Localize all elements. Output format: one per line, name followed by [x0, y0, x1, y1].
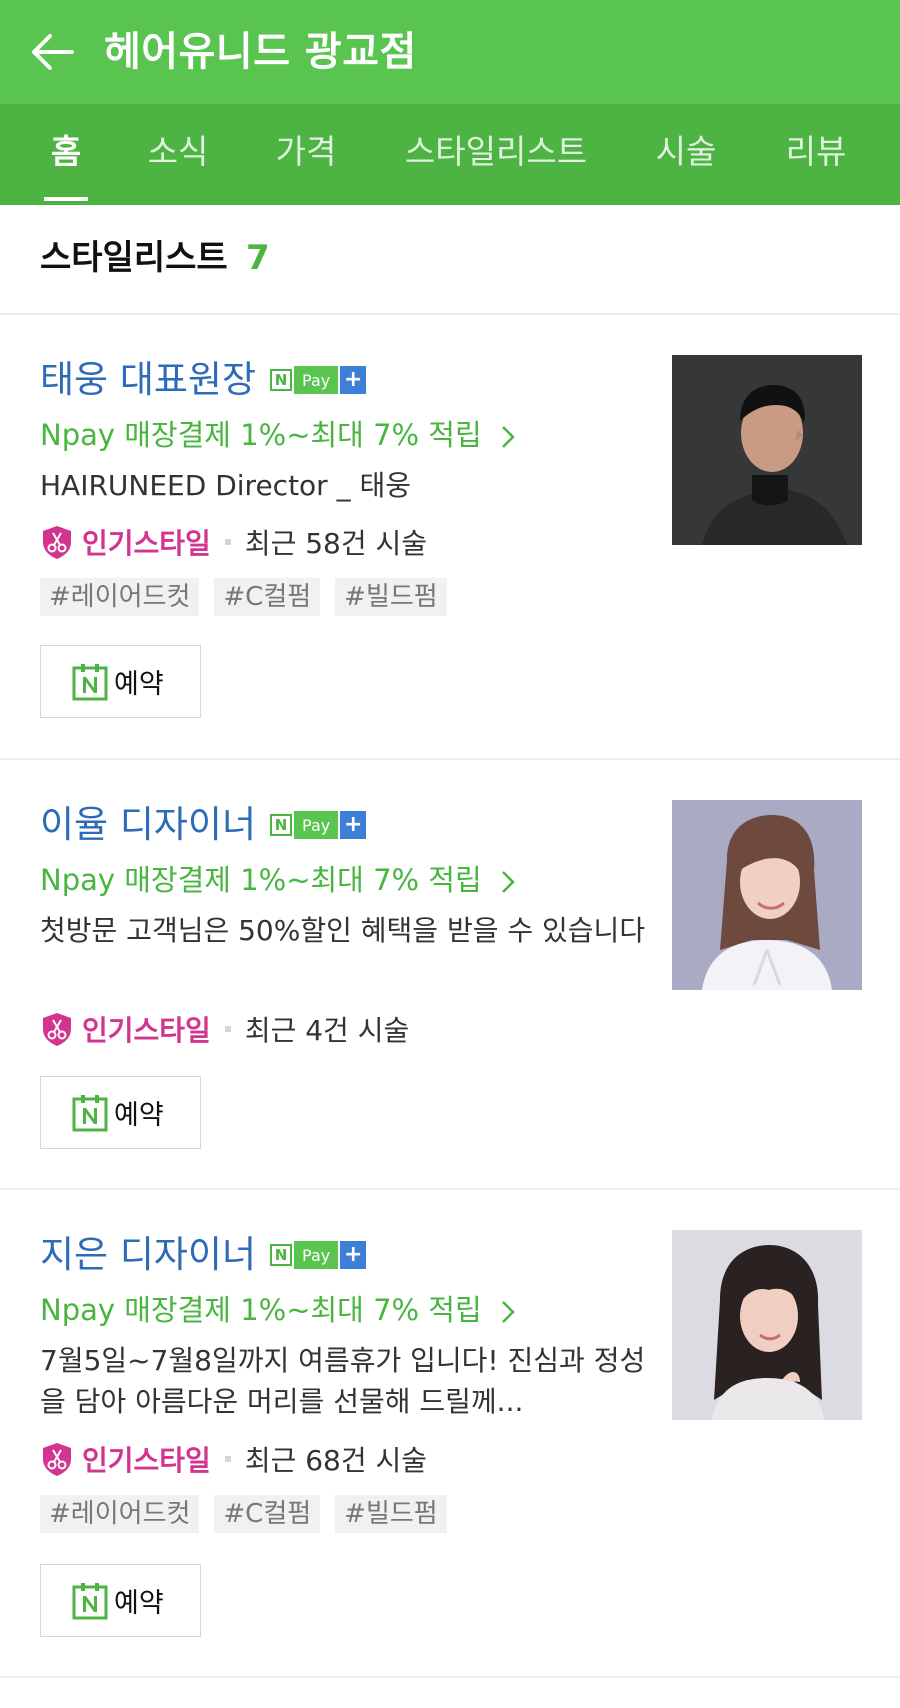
npay-promo-link[interactable]: Npay 매장결제 1%~최대 7% 적립	[40, 860, 515, 900]
section-title: 스타일리스트	[40, 238, 228, 278]
tag[interactable]: #C컬펌	[214, 578, 321, 616]
name-row: 이율 디자이너 N Pay +	[40, 800, 367, 850]
npay-promo-link[interactable]: Npay 매장결제 1%~최대 7% 적립	[40, 1290, 515, 1330]
active-tab-indicator	[44, 197, 88, 201]
npay-plus-badge: N Pay +	[270, 365, 367, 395]
npay-n-mark: N	[270, 369, 293, 391]
stylist-photo[interactable]	[672, 355, 862, 545]
separator-dot	[224, 1026, 231, 1032]
separator-dot	[224, 1456, 231, 1462]
chevron-right-icon	[502, 871, 515, 893]
npay-pay-mark: Pay	[294, 1241, 339, 1269]
popular-row: 인기스타일 최근 68건 시술	[40, 1439, 427, 1479]
back-button[interactable]	[24, 24, 80, 80]
popular-style-label[interactable]: 인기스타일	[82, 522, 211, 562]
chevron-right-icon	[502, 1301, 515, 1323]
recent-treatments: 최근 68건 시술	[244, 1444, 428, 1477]
popular-row: 인기스타일 최근 58건 시술	[40, 522, 427, 562]
tag[interactable]: #레이어드컷	[40, 578, 200, 616]
npay-n-mark: N	[270, 814, 293, 836]
scissors-shield-icon	[40, 524, 74, 560]
popular-style-label[interactable]: 인기스타일	[82, 1009, 211, 1049]
reserve-button[interactable]: 예약	[40, 645, 201, 718]
npay-plus-mark: +	[340, 811, 367, 839]
promo-text: Npay 매장결제 1%~최대 7% 적립	[40, 1293, 482, 1327]
name-row: 태웅 대표원장 N Pay +	[40, 355, 367, 405]
tab-bar: 홈 소식 가격 스타일리스트 시술 리뷰	[0, 104, 900, 205]
tag-list: #레이어드컷 #C컬펌 #빌드펌	[40, 578, 462, 616]
tag[interactable]: #빌드펌	[335, 1495, 447, 1533]
stylist-name[interactable]: 이율 디자이너	[40, 800, 256, 850]
naver-calendar-icon	[72, 663, 108, 700]
npay-plus-mark: +	[340, 366, 367, 394]
recent-treatments: 최근 58건 시술	[244, 527, 428, 560]
page-title: 헤어유니드 광교점	[104, 29, 417, 75]
stylist-section-header: 스타일리스트 7	[0, 205, 900, 315]
naver-calendar-icon	[72, 1094, 108, 1131]
tag-list: #레이어드컷 #C컬펌 #빌드펌	[40, 1495, 462, 1533]
app-header: 헤어유니드 광교점	[0, 0, 900, 104]
tab-home[interactable]: 홈	[44, 104, 88, 205]
chevron-right-icon	[502, 426, 515, 448]
reserve-label: 예약	[114, 1100, 164, 1131]
reserve-button[interactable]: 예약	[40, 1076, 201, 1149]
npay-plus-badge: N Pay +	[270, 810, 367, 840]
popular-row: 인기스타일 최근 4건 시술	[40, 1009, 409, 1049]
tag[interactable]: #레이어드컷	[40, 1495, 200, 1533]
npay-plus-mark: +	[340, 1241, 367, 1269]
promo-text: Npay 매장결제 1%~최대 7% 적립	[40, 418, 482, 452]
tag[interactable]: #빌드펌	[335, 578, 447, 616]
scissors-shield-icon	[40, 1011, 74, 1047]
stylist-description: 첫방문 고객님은 50%할인 혜택을 받을 수 있습니다	[40, 914, 646, 947]
reserve-label: 예약	[114, 669, 164, 700]
npay-plus-badge: N Pay +	[270, 1240, 367, 1270]
separator-dot	[224, 539, 231, 545]
npay-n-mark: N	[270, 1244, 293, 1266]
stylist-card[interactable]: 이율 디자이너 N Pay + Npay 매장결제 1%~최대 7% 적립 첫방…	[0, 760, 900, 1190]
recent-treatments: 최근 4건 시술	[244, 1014, 410, 1047]
stylist-card[interactable]: 태웅 대표원장 N Pay + Npay 매장결제 1%~최대 7% 적립 HA…	[0, 315, 900, 760]
stylist-count: 7	[246, 238, 270, 278]
tab-price[interactable]: 가격	[266, 104, 346, 205]
popular-style-label[interactable]: 인기스타일	[82, 1439, 211, 1479]
stylist-name[interactable]: 지은 디자이너	[40, 1230, 256, 1280]
stylist-description: 7월5일~7월8일까지 여름휴가 입니다! 진심과 정성을 담아 아름다운 머리…	[40, 1344, 646, 1418]
stylist-photo[interactable]	[672, 800, 862, 990]
tab-stylists[interactable]: 스타일리스트	[396, 104, 596, 205]
arrow-left-icon	[32, 34, 74, 70]
stylist-card[interactable]: 지은 디자이너 N Pay + Npay 매장결제 1%~최대 7% 적립 7월…	[0, 1190, 900, 1678]
tab-news[interactable]: 소식	[140, 104, 216, 205]
tab-reviews[interactable]: 리뷰	[776, 104, 856, 205]
reserve-button[interactable]: 예약	[40, 1564, 201, 1637]
stylist-description: HAIRUNEED Director _ 태웅	[40, 469, 412, 502]
promo-text: Npay 매장결제 1%~최대 7% 적립	[40, 863, 482, 897]
npay-promo-link[interactable]: Npay 매장결제 1%~최대 7% 적립	[40, 415, 515, 455]
npay-pay-mark: Pay	[294, 811, 339, 839]
naver-calendar-icon	[72, 1582, 108, 1619]
stylist-name[interactable]: 태웅 대표원장	[40, 355, 256, 405]
stylist-photo[interactable]	[672, 1230, 862, 1420]
scissors-shield-icon	[40, 1441, 74, 1477]
tag[interactable]: #C컬펌	[214, 1495, 321, 1533]
reserve-label: 예약	[114, 1588, 164, 1619]
name-row: 지은 디자이너 N Pay +	[40, 1230, 367, 1280]
tab-treatments[interactable]: 시술	[648, 104, 724, 205]
npay-pay-mark: Pay	[294, 366, 339, 394]
